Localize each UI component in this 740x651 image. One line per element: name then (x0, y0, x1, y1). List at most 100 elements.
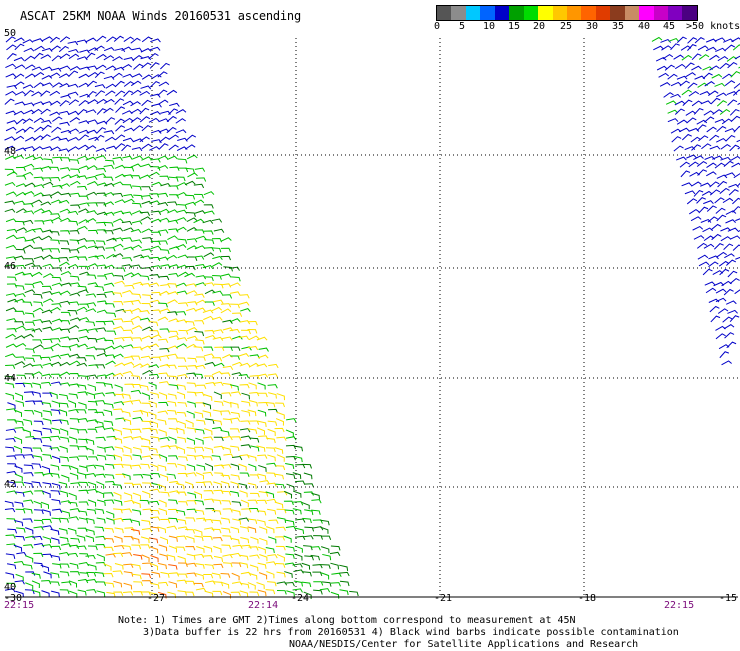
wind-barb (113, 580, 123, 588)
wind-barb (241, 392, 250, 400)
wind-barb (213, 299, 224, 304)
wind-barb (158, 429, 167, 437)
wind-barb (194, 167, 206, 172)
wind-barb (714, 162, 725, 169)
wind-barb (124, 166, 135, 172)
wind-barb (50, 490, 61, 496)
wind-barb (320, 564, 331, 569)
wind-barb (157, 89, 168, 96)
wind-barb (703, 110, 715, 116)
wind-barb (194, 411, 204, 418)
wind-barb (213, 436, 224, 442)
wind-barb (195, 573, 205, 580)
wind-barb (729, 144, 740, 152)
wind-barb (203, 204, 214, 209)
wind-barb (7, 528, 18, 534)
wind-barb (220, 372, 231, 377)
wind-barb (112, 243, 124, 249)
wind-barb (727, 309, 738, 314)
wind-barb (103, 409, 113, 416)
wind-barb-map (4, 35, 740, 600)
wind-barb (720, 236, 732, 242)
wind-barb (177, 590, 187, 596)
wind-barb (159, 175, 170, 181)
wind-barb (96, 309, 108, 314)
wind-barb (169, 166, 180, 171)
wind-barb (23, 454, 34, 459)
wind-barb (68, 393, 79, 399)
wind-barb (131, 399, 142, 404)
wind-barb (716, 100, 727, 107)
wind-barb (723, 160, 734, 167)
wind-barb (203, 573, 214, 579)
wind-barb (94, 392, 106, 397)
wind-barb (69, 353, 80, 358)
wind-barb (248, 362, 260, 368)
wind-barb (85, 240, 96, 245)
wind-barb (78, 561, 90, 567)
wind-barb (23, 163, 35, 168)
wind-barb (33, 455, 43, 461)
wind-barb (77, 589, 87, 596)
wind-barb (123, 36, 135, 42)
wind-barb (85, 52, 96, 60)
wind-barb (130, 163, 142, 168)
wind-barb (15, 264, 26, 270)
wind-barb (15, 128, 27, 134)
wind-barb (166, 126, 177, 134)
wind-barb (285, 473, 296, 479)
wind-barb (240, 420, 251, 425)
wind-barb (78, 335, 90, 340)
wind-barb (177, 573, 188, 579)
wind-barb (186, 327, 198, 332)
wind-barb (69, 508, 81, 513)
wind-barb (211, 306, 223, 312)
wind-barb (240, 536, 250, 544)
wind-barb (51, 381, 62, 386)
wind-barb (7, 276, 17, 282)
wind-barb (177, 204, 188, 210)
wind-barb (679, 161, 690, 168)
wind-barb (31, 371, 43, 376)
wind-barb (140, 85, 152, 90)
wind-barb (5, 73, 17, 78)
wind-barb (113, 408, 124, 413)
wind-barb (150, 240, 161, 246)
wind-barb (15, 382, 26, 388)
wind-barb (268, 392, 277, 399)
wind-barb (238, 353, 250, 358)
wind-barb (113, 401, 125, 406)
wind-barb (157, 316, 169, 321)
wind-barb (186, 454, 197, 460)
wind-barb (694, 37, 705, 44)
wind-barb (77, 109, 88, 116)
wind-barb (68, 325, 80, 330)
wind-barb (230, 537, 240, 544)
wind-barb (248, 335, 260, 341)
wind-barb (166, 364, 177, 370)
wind-barb (203, 230, 214, 235)
wind-barb (41, 119, 52, 125)
wind-barb (114, 199, 126, 204)
wind-barb (730, 115, 740, 123)
wind-barb (160, 518, 171, 524)
wind-barb (709, 134, 720, 141)
wind-barb (167, 418, 178, 423)
wind-barb (685, 72, 696, 78)
wind-barb (167, 291, 179, 296)
wind-barb (186, 410, 195, 419)
wind-barb (86, 508, 97, 515)
wind-barb (168, 144, 179, 151)
wind-barb (132, 573, 142, 580)
wind-barb (195, 339, 205, 345)
wind-barb (159, 473, 169, 482)
wind-barb (167, 393, 177, 400)
wind-barb (69, 230, 80, 235)
wind-barb (59, 589, 70, 594)
wind-barb (124, 482, 135, 488)
wind-barb (205, 334, 216, 339)
wind-barb (176, 319, 188, 324)
wind-barb (176, 411, 187, 417)
wind-barb (178, 456, 188, 462)
wind-barb (692, 225, 704, 231)
